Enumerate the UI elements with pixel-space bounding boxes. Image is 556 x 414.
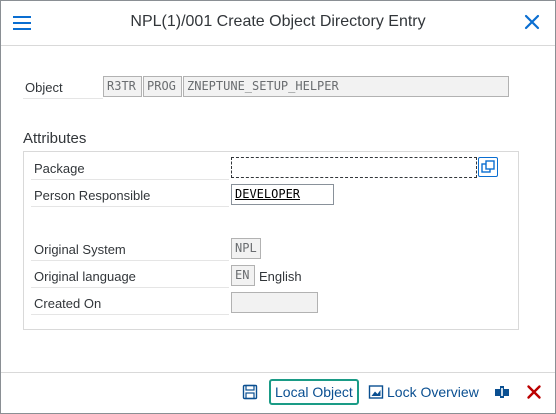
language-row-divider [31, 287, 229, 288]
object-name-field: ZNEPTUNE_SETUP_HELPER [183, 76, 509, 97]
object-type-field: PROG [143, 76, 182, 97]
create-object-directory-dialog: NPL(1)/001 Create Object Directory Entry… [0, 0, 556, 414]
cancel-icon[interactable] [526, 384, 542, 400]
value-help-icon[interactable] [478, 157, 498, 177]
dialog-footer: Local Object Lock Overview [1, 372, 555, 414]
dialog-title: NPL(1)/001 Create Object Directory Entry [130, 13, 426, 30]
original-language-name: English [259, 269, 302, 284]
save-icon[interactable] [242, 384, 258, 400]
transport-icon[interactable] [494, 384, 510, 400]
object-label: Object [25, 80, 63, 95]
person-responsible-input[interactable]: DEVELOPER [231, 184, 334, 205]
close-icon[interactable] [523, 13, 541, 31]
person-responsible-label: Person Responsible [34, 188, 151, 203]
attributes-heading: Attributes [23, 130, 87, 147]
original-language-label: Original language [34, 269, 136, 284]
created-on-field [231, 292, 318, 313]
person-row-divider [31, 206, 229, 207]
created-row-divider [31, 314, 229, 315]
created-on-label: Created On [34, 296, 102, 311]
dialog-titlebar: NPL(1)/001 Create Object Directory Entry [1, 1, 555, 46]
local-object-button[interactable]: Local Object [269, 379, 359, 405]
package-label: Package [34, 161, 85, 176]
package-row-divider [31, 179, 229, 180]
original-system-label: Original System [34, 242, 126, 257]
package-input[interactable] [231, 157, 477, 178]
original-language-code-field: EN [231, 265, 255, 286]
system-row-divider [31, 260, 229, 261]
object-row-divider [23, 98, 103, 99]
hamburger-menu-icon[interactable] [13, 15, 33, 31]
original-system-field: NPL [231, 238, 261, 259]
lock-overview-icon[interactable] [368, 384, 384, 400]
object-pgmid-field: R3TR [103, 76, 142, 97]
lock-overview-button[interactable]: Lock Overview [387, 380, 479, 406]
